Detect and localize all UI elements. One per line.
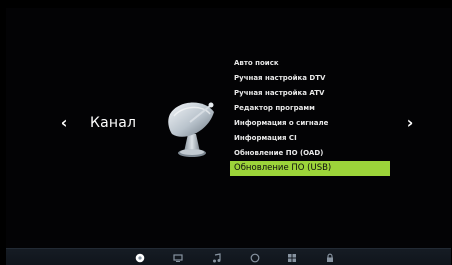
menu-item-auto-search[interactable]: Авто поиск (230, 56, 390, 71)
menu-item-software-update-usb[interactable]: Обновление ПО (USB) (230, 161, 390, 176)
next-category-arrow[interactable]: › (402, 113, 418, 133)
menu-item-manual-atv[interactable]: Ручная настройка ATV (230, 86, 390, 101)
picture-icon[interactable] (173, 253, 183, 263)
channel-icon[interactable] (135, 253, 145, 263)
channel-menu-list: Авто поиск Ручная настройка DTV Ручная н… (230, 56, 390, 176)
sound-icon[interactable] (212, 253, 222, 263)
menu-item-software-update-oad[interactable]: Обновление ПО (OAD) (230, 146, 390, 161)
previous-category-arrow[interactable]: ‹ (56, 113, 72, 133)
menu-item-ci-info[interactable]: Информация CI (230, 131, 390, 146)
category-title: Канал (90, 115, 137, 131)
menu-item-manual-dtv[interactable]: Ручная настройка DTV (230, 71, 390, 86)
bottom-menu-bar (6, 248, 451, 265)
tv-menu-screen: ‹ Канал Авто поиск Ручная настройка DTV … (6, 8, 451, 265)
time-icon[interactable] (250, 253, 260, 263)
satellite-dish-icon (168, 102, 214, 157)
menu-item-signal-info[interactable]: Информация о сигнале (230, 116, 390, 131)
lock-icon[interactable] (325, 253, 335, 263)
menu-item-program-editor[interactable]: Редактор программ (230, 101, 390, 116)
options-icon[interactable] (287, 253, 297, 263)
